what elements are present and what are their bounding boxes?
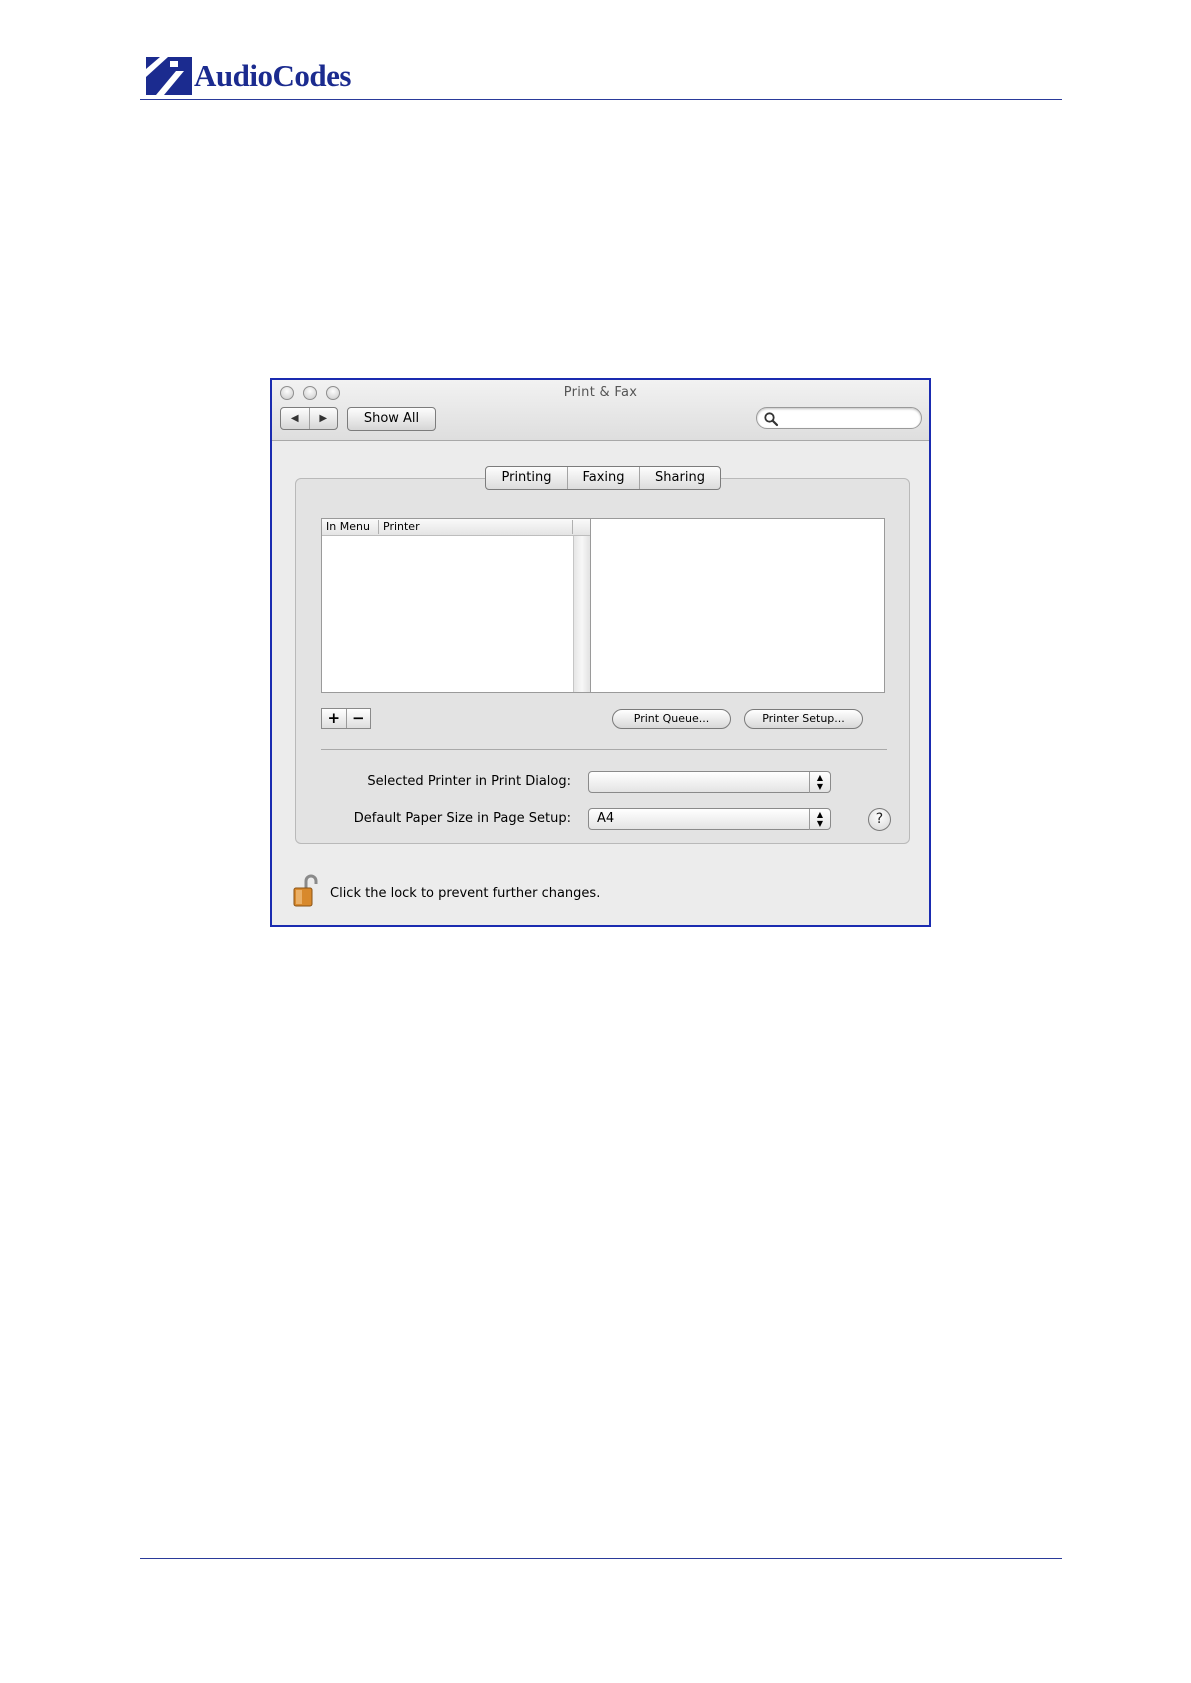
forward-button[interactable]: ▶ [310, 408, 338, 429]
printer-list[interactable]: In Menu Printer [321, 518, 591, 693]
selected-printer-label: Selected Printer in Print Dialog: [367, 774, 571, 789]
section-divider [321, 749, 887, 750]
audiocodes-logo: AudioCodes [146, 56, 351, 96]
window-titlebar: Print & Fax ◀ ▶ Show All [272, 380, 929, 441]
tab-bar: Printing Faxing Sharing [485, 466, 721, 490]
printer-list-scrollbar[interactable] [573, 536, 590, 692]
column-header-in-menu[interactable]: In Menu [326, 519, 370, 535]
search-input[interactable] [756, 407, 922, 429]
up-down-arrows-icon: ▲ ▼ [809, 772, 830, 793]
print-fax-window: Print & Fax ◀ ▶ Show All Printing Faxing… [270, 378, 931, 927]
back-button[interactable]: ◀ [281, 408, 310, 429]
printer-setup-button[interactable]: Printer Setup... [744, 709, 863, 729]
paper-size-label: Default Paper Size in Page Setup: [353, 811, 571, 826]
add-remove-control: + − [321, 708, 371, 729]
left-arrow-icon: ◀ [290, 413, 299, 424]
tab-faxing[interactable]: Faxing [568, 467, 640, 489]
remove-printer-button[interactable]: − [347, 709, 371, 728]
show-all-button[interactable]: Show All [347, 407, 436, 431]
lock-status-text: Click the lock to prevent further change… [330, 886, 601, 901]
add-printer-button[interactable]: + [322, 709, 347, 728]
back-forward-control: ◀ ▶ [280, 407, 338, 430]
magnifier-icon [764, 412, 779, 427]
column-divider [378, 520, 379, 534]
brand-name: AudioCodes [194, 58, 351, 93]
footer-rule [140, 1558, 1062, 1559]
selected-printer-popup[interactable]: ▲ ▼ [588, 771, 831, 793]
printer-list-header: In Menu Printer [322, 519, 590, 536]
paper-size-popup[interactable]: A4 ▲ ▼ [588, 808, 831, 830]
help-button[interactable]: ? [868, 808, 891, 831]
window-title: Print & Fax [563, 385, 638, 400]
tab-sharing[interactable]: Sharing [640, 467, 720, 489]
open-lock-icon[interactable] [292, 874, 322, 908]
print-queue-button[interactable]: Print Queue... [612, 709, 731, 729]
header-rule [140, 99, 1062, 100]
audiocodes-logo-mark-icon [146, 57, 192, 95]
column-divider [572, 520, 573, 534]
right-arrow-icon: ▶ [319, 413, 328, 424]
printer-detail-pane [591, 518, 885, 693]
paper-size-value: A4 [597, 811, 615, 826]
up-down-arrows-icon: ▲ ▼ [809, 809, 830, 830]
column-header-printer[interactable]: Printer [383, 519, 420, 535]
tab-printing[interactable]: Printing [486, 467, 568, 489]
